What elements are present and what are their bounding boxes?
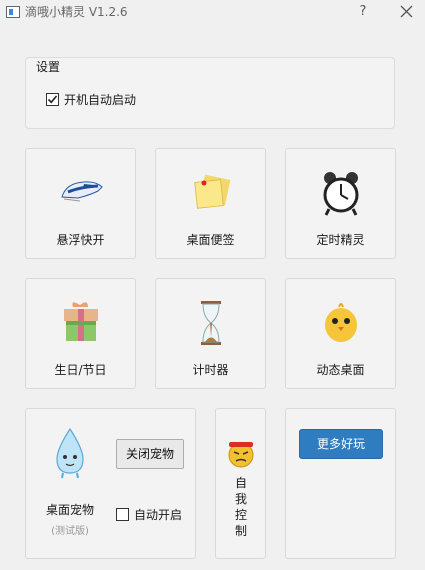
auto-open-checkbox[interactable] [116, 508, 129, 521]
sticky-notes-icon [194, 174, 231, 209]
tile-timer-sprite[interactable]: 定时精灵 [285, 148, 396, 259]
tile-label: 桌面便签 [186, 233, 235, 247]
auto-open-label[interactable]: 自动开启 [134, 506, 182, 523]
help-button[interactable]: ? [354, 3, 372, 21]
autostart-checkbox[interactable] [46, 93, 59, 106]
title-bar: 滴哦小精灵 V1.2.6 ? [0, 0, 425, 26]
tile-float-open[interactable]: 悬浮快开 [25, 148, 136, 259]
close-pet-button[interactable]: 关闭宠物 [116, 439, 184, 469]
window-title: 滴哦小精灵 V1.2.6 [25, 5, 128, 19]
tile-birthday-holiday[interactable]: 生日/节日 [25, 278, 136, 389]
desktop-pet-label: 桌面宠物 [45, 503, 94, 517]
self-control-panel[interactable]: 自我控制 [215, 408, 266, 559]
tile-label: 计时器 [192, 363, 229, 377]
tile-stopwatch[interactable]: 计时器 [155, 278, 266, 389]
tile-label: 悬浮快开 [56, 233, 105, 247]
tile-desktop-notes[interactable]: 桌面便签 [155, 148, 266, 259]
close-button[interactable] [397, 3, 417, 21]
beta-label: (测试版) [51, 526, 89, 537]
tile-label: 动态桌面 [316, 363, 365, 377]
autostart-label[interactable]: 开机自动启动 [64, 91, 136, 108]
water-drop-icon [56, 427, 84, 479]
train-icon [61, 181, 103, 202]
chick-icon [325, 303, 357, 342]
app-icon [6, 6, 20, 18]
alarm-clock-icon [323, 172, 359, 216]
desktop-pet-panel: 关闭宠物 桌面宠物 (测试版) 自动开启 [25, 408, 196, 559]
more-panel: 更多好玩 [285, 408, 396, 559]
gift-box-icon [64, 302, 98, 341]
hourglass-icon [201, 301, 221, 345]
tile-dynamic-desktop[interactable]: 动态桌面 [285, 278, 396, 389]
tile-label: 定时精灵 [316, 233, 365, 247]
angry-face-icon [228, 442, 254, 468]
tile-label: 生日/节日 [54, 363, 107, 377]
more-fun-button[interactable]: 更多好玩 [299, 429, 383, 459]
settings-group: 设置 开机自动启动 [25, 57, 395, 129]
check-icon [47, 95, 58, 104]
self-control-label: 自我控制 [234, 476, 247, 538]
settings-title: 设置 [36, 60, 61, 74]
close-icon [400, 5, 413, 18]
